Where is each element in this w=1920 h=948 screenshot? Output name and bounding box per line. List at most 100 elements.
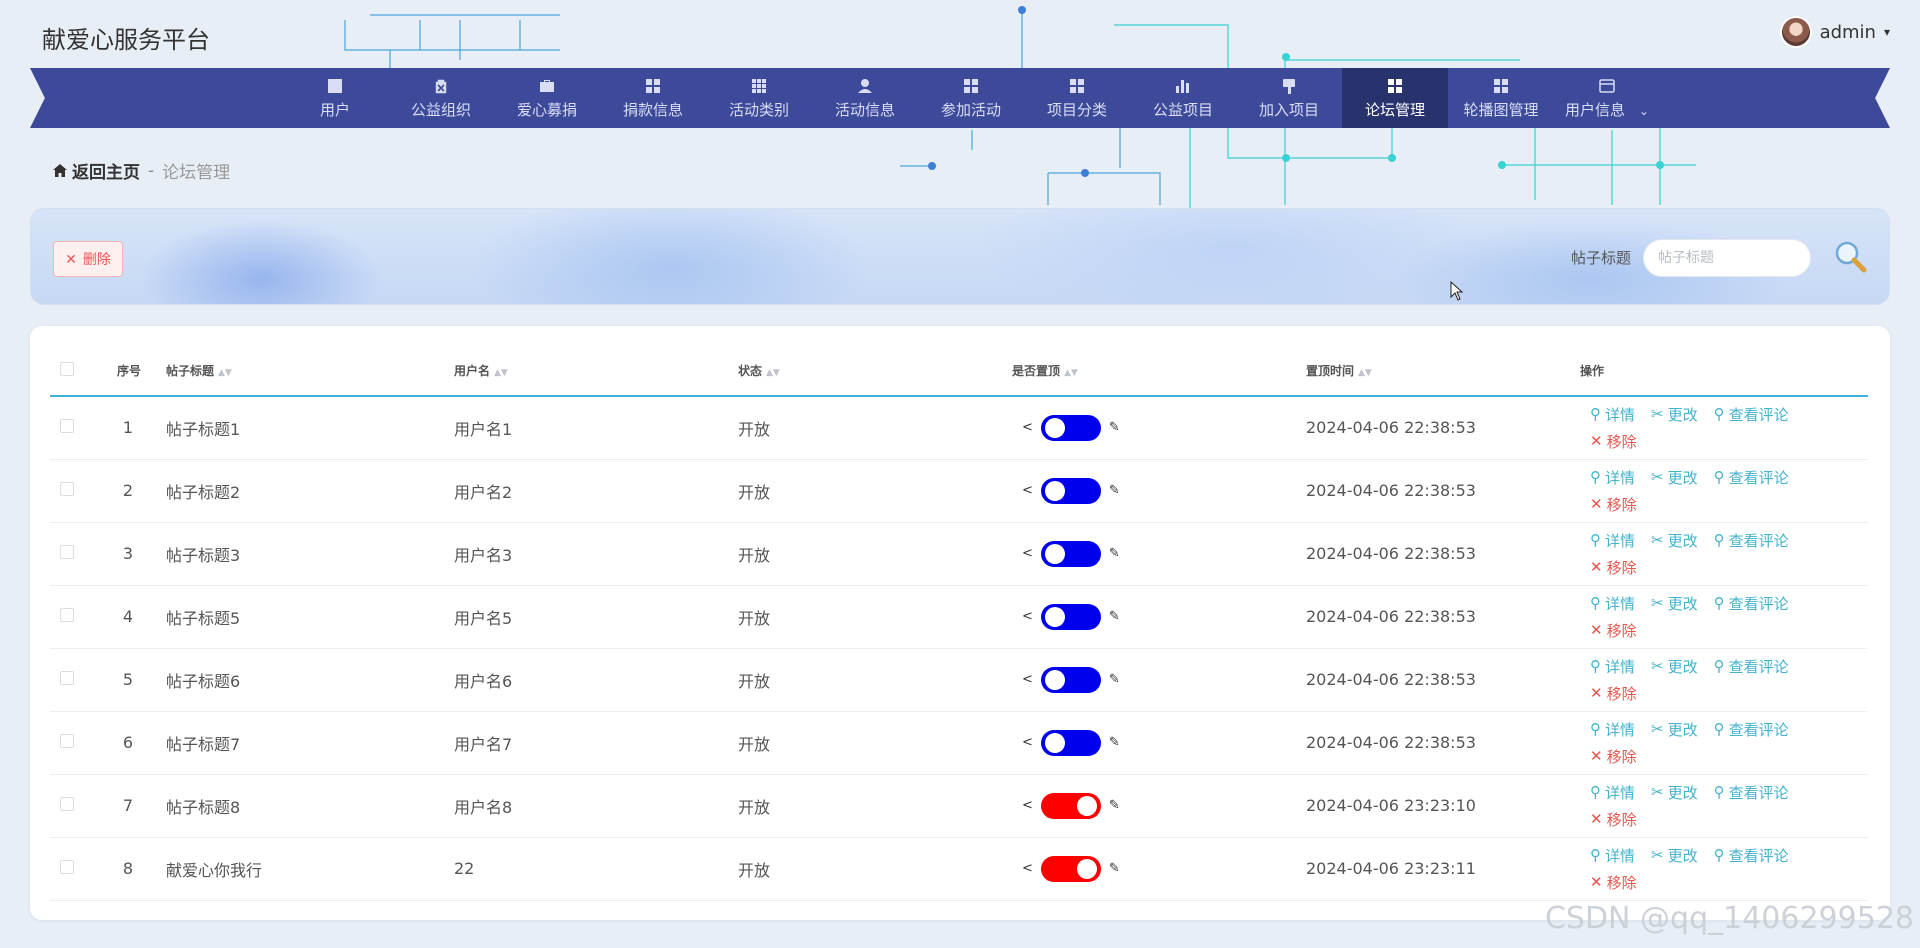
pen-icon[interactable]: ✎ xyxy=(1109,483,1120,498)
pen-icon[interactable]: ✎ xyxy=(1109,546,1120,561)
pin-toggle[interactable] xyxy=(1040,666,1101,693)
nav-item-1[interactable]: 公益组织 xyxy=(388,68,494,128)
share-icon[interactable]: < xyxy=(1022,798,1033,813)
remove-button[interactable]: ✕ 移除 xyxy=(1590,809,1637,830)
pin-toggle[interactable] xyxy=(1040,855,1101,882)
share-icon[interactable]: < xyxy=(1022,672,1033,687)
detail-button[interactable]: ⚲ 详情 xyxy=(1590,719,1635,740)
pen-icon[interactable]: ✎ xyxy=(1109,672,1120,687)
avatar[interactable] xyxy=(1779,16,1812,48)
search-input[interactable] xyxy=(1643,239,1811,277)
edit-button[interactable]: ✂ 更改 xyxy=(1651,782,1698,803)
detail-button[interactable]: ⚲ 详情 xyxy=(1590,467,1635,488)
nav-item-10[interactable]: 论坛管理 xyxy=(1342,68,1448,128)
detail-button[interactable]: ⚲ 详情 xyxy=(1590,845,1635,866)
sort-icon[interactable]: ▲▼ xyxy=(1358,368,1372,378)
breadcrumb-home-label[interactable]: 返回主页 xyxy=(72,158,140,183)
nav-item-12[interactable]: 用户信息 xyxy=(1554,68,1660,128)
delete-button[interactable]: ✕ 删除 xyxy=(53,241,123,277)
edit-button[interactable]: ✂ 更改 xyxy=(1651,719,1698,740)
pen-icon[interactable]: ✎ xyxy=(1109,609,1120,624)
pin-toggle[interactable] xyxy=(1040,477,1101,504)
nav-item-9[interactable]: 加入项目 xyxy=(1236,68,1342,128)
remove-button[interactable]: ✕ 移除 xyxy=(1590,872,1637,893)
share-icon[interactable]: < xyxy=(1022,861,1033,876)
nav-item-0[interactable]: 用户 xyxy=(282,68,388,128)
detail-button[interactable]: ⚲ 详情 xyxy=(1590,593,1635,614)
sort-icon[interactable]: ▲▼ xyxy=(1064,368,1078,378)
sort-icon[interactable]: ▲▼ xyxy=(218,368,232,378)
edit-button[interactable]: ✂ 更改 xyxy=(1651,656,1698,677)
view-comments-button[interactable]: ⚲ 查看评论 xyxy=(1714,530,1789,551)
share-icon[interactable]: < xyxy=(1022,546,1033,561)
pen-icon[interactable]: ✎ xyxy=(1109,861,1120,876)
pin-toggle[interactable] xyxy=(1040,414,1101,441)
nav-item-2[interactable]: 爱心募捐 xyxy=(494,68,600,128)
row-checkbox[interactable] xyxy=(60,482,74,496)
view-comments-button[interactable]: ⚲ 查看评论 xyxy=(1714,404,1789,425)
view-comments-button[interactable]: ⚲ 查看评论 xyxy=(1714,593,1789,614)
share-icon[interactable]: < xyxy=(1022,609,1033,624)
header-title[interactable]: 帖子标题 xyxy=(166,364,214,378)
pin-toggle[interactable] xyxy=(1040,540,1101,567)
comments-label: 查看评论 xyxy=(1728,468,1789,487)
detail-button[interactable]: ⚲ 详情 xyxy=(1590,656,1635,677)
view-comments-button[interactable]: ⚲ 查看评论 xyxy=(1714,467,1789,488)
remove-button[interactable]: ✕ 移除 xyxy=(1590,494,1637,515)
sort-icon[interactable]: ▲▼ xyxy=(494,368,508,378)
link-icon: ⚲ xyxy=(1713,594,1725,612)
share-icon[interactable]: < xyxy=(1022,420,1033,435)
pen-icon[interactable]: ✎ xyxy=(1109,735,1120,750)
select-all-checkbox[interactable] xyxy=(60,362,74,376)
remove-button[interactable]: ✕ 移除 xyxy=(1590,431,1637,452)
row-checkbox[interactable] xyxy=(60,419,74,434)
user-menu[interactable]: admin ▾ xyxy=(1779,16,1890,48)
search-icon[interactable] xyxy=(1831,237,1871,277)
row-checkbox[interactable] xyxy=(60,734,74,748)
caret-down-icon[interactable]: ▾ xyxy=(1884,25,1890,39)
nav-item-3[interactable]: 捐款信息 xyxy=(600,68,706,128)
view-comments-button[interactable]: ⚲ 查看评论 xyxy=(1714,782,1789,803)
nav-item-6[interactable]: 参加活动 xyxy=(918,68,1024,128)
header-status[interactable]: 状态 xyxy=(738,364,762,378)
edit-button[interactable]: ✂ 更改 xyxy=(1651,845,1698,866)
remove-button[interactable]: ✕ 移除 xyxy=(1590,746,1637,767)
remove-button[interactable]: ✕ 移除 xyxy=(1590,620,1637,641)
view-comments-button[interactable]: ⚲ 查看评论 xyxy=(1714,656,1789,677)
detail-button[interactable]: ⚲ 详情 xyxy=(1590,782,1635,803)
remove-button[interactable]: ✕ 移除 xyxy=(1590,557,1637,578)
header-user[interactable]: 用户名 xyxy=(454,364,490,378)
remove-button[interactable]: ✕ 移除 xyxy=(1590,683,1637,704)
pin-toggle[interactable] xyxy=(1040,603,1101,630)
row-checkbox[interactable] xyxy=(60,608,74,622)
sort-icon[interactable]: ▲▼ xyxy=(766,368,780,378)
row-checkbox[interactable] xyxy=(60,671,74,685)
share-icon[interactable]: < xyxy=(1022,483,1033,498)
user-name[interactable]: admin xyxy=(1820,22,1876,43)
edit-button[interactable]: ✂ 更改 xyxy=(1651,593,1698,614)
pen-icon[interactable]: ✎ xyxy=(1109,420,1120,435)
header-pin-time[interactable]: 置顶时间 xyxy=(1306,364,1354,378)
pen-icon[interactable]: ✎ xyxy=(1109,798,1120,813)
row-checkbox[interactable] xyxy=(60,545,74,559)
view-comments-button[interactable]: ⚲ 查看评论 xyxy=(1714,719,1789,740)
row-checkbox[interactable] xyxy=(60,797,74,811)
nav-item-11[interactable]: 轮播图管理 xyxy=(1448,68,1554,128)
pin-toggle[interactable] xyxy=(1040,729,1101,756)
nav-item-4[interactable]: 活动类别 xyxy=(706,68,812,128)
edit-button[interactable]: ✂ 更改 xyxy=(1651,404,1698,425)
view-comments-button[interactable]: ⚲ 查看评论 xyxy=(1714,845,1789,866)
nav-item-7[interactable]: 项目分类 xyxy=(1024,68,1130,128)
edit-button[interactable]: ✂ 更改 xyxy=(1651,467,1698,488)
nav-item-8[interactable]: 公益项目 xyxy=(1130,68,1236,128)
nav-item-label: 活动类别 xyxy=(728,100,789,119)
detail-button[interactable]: ⚲ 详情 xyxy=(1590,530,1635,551)
header-pinned[interactable]: 是否置顶 xyxy=(1012,364,1060,378)
share-icon[interactable]: < xyxy=(1022,735,1033,750)
breadcrumb-home[interactable]: 返回主页 xyxy=(52,158,140,183)
row-checkbox[interactable] xyxy=(60,860,74,874)
nav-item-5[interactable]: 活动信息 xyxy=(812,68,918,128)
pin-toggle[interactable] xyxy=(1040,792,1101,819)
detail-button[interactable]: ⚲ 详情 xyxy=(1590,404,1635,425)
edit-button[interactable]: ✂ 更改 xyxy=(1651,530,1698,551)
